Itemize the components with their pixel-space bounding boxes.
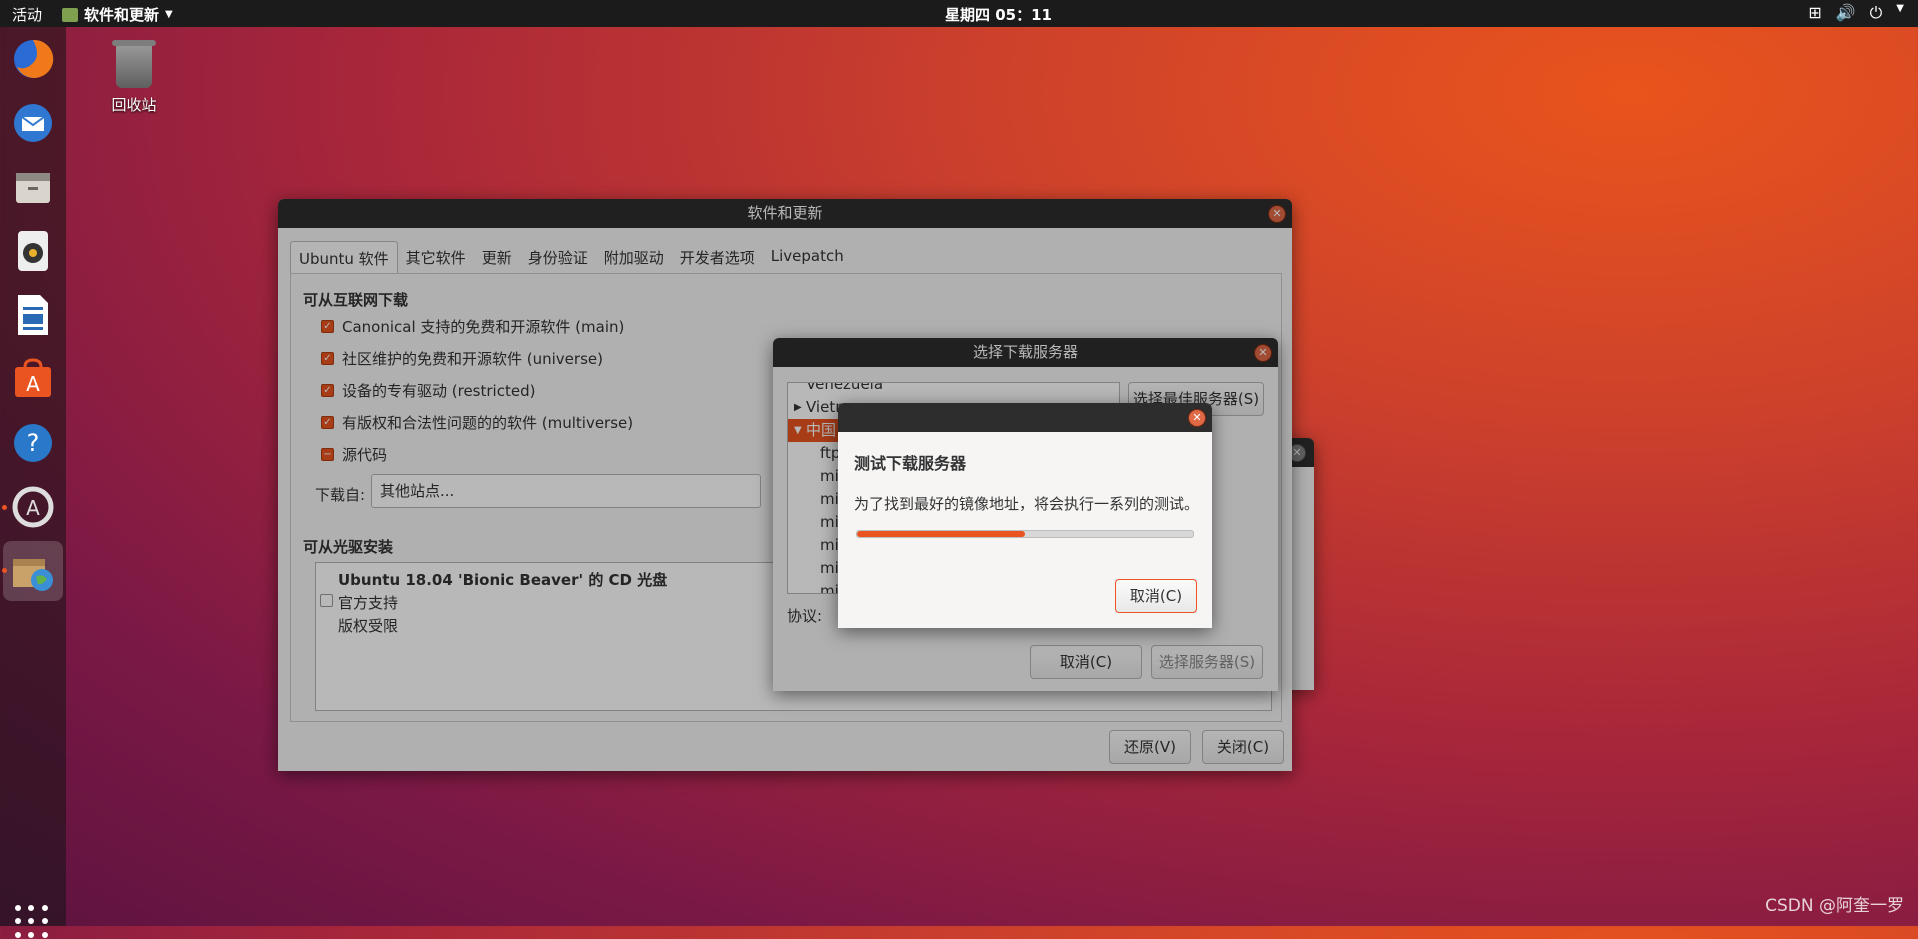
desktop-trash[interactable]: 回收站: [104, 40, 164, 115]
app-menu[interactable]: 软件和更新 ▼: [62, 4, 173, 25]
dialog-title: 选择下载服务器: [972, 343, 1078, 361]
system-tray[interactable]: ⊞ 🔊 ⏻ ▼: [1808, 3, 1904, 23]
progress-bar: [856, 530, 1194, 538]
test-dialog-message: 为了找到最好的镜像地址，将会执行一系列的测试。: [854, 495, 1200, 513]
checkbox-label: 社区维护的免费和开源软件 (universe): [342, 350, 603, 368]
watermark: CSDN @阿奎一罗: [1765, 896, 1904, 916]
svg-text:A: A: [26, 372, 40, 396]
tab-authentication[interactable]: 身份验证: [520, 241, 596, 275]
checkbox-main[interactable]: ✓ Canonical 支持的免费和开源软件 (main): [321, 316, 624, 337]
svg-text:?: ?: [27, 429, 40, 457]
window-title: 软件和更新: [747, 204, 823, 222]
expander-expanded-icon[interactable]: ▼: [794, 419, 802, 442]
tab-livepatch[interactable]: Livepatch: [763, 241, 852, 275]
tab-bar: Ubuntu 软件 其它软件 更新 身份验证 附加驱动 开发者选项 Livepa…: [290, 241, 852, 275]
cdrom-title: Ubuntu 18.04 'Bionic Beaver' 的 CD 光盘: [338, 571, 668, 589]
tab-ubuntu-software[interactable]: Ubuntu 软件: [290, 241, 398, 275]
checkbox-checked-icon[interactable]: ✓: [321, 352, 334, 365]
close-icon[interactable]: ✕: [1254, 344, 1272, 362]
show-applications-icon[interactable]: [15, 905, 49, 939]
test-dialog-heading: 测试下载服务器: [854, 454, 967, 473]
writer-icon[interactable]: [9, 291, 57, 339]
software-center-icon[interactable]: A: [9, 355, 57, 403]
trash-label: 回收站: [111, 96, 157, 114]
cdrom-line2: 版权受限: [338, 617, 399, 635]
checkbox-label: 有版权和合法性问题的的软件 (multiverse): [342, 414, 634, 432]
svg-text:A: A: [26, 496, 40, 520]
clock[interactable]: 星期四 05：11: [945, 4, 1052, 25]
rhythmbox-icon[interactable]: [9, 227, 57, 275]
protocol-label: 协议:: [787, 607, 823, 625]
checkbox-label: 设备的专有驱动 (restricted): [342, 382, 536, 400]
software-updater-icon[interactable]: A: [9, 483, 57, 531]
cdrom-checkbox[interactable]: [320, 594, 333, 607]
main-window-titlebar: 软件和更新 ✕: [278, 199, 1292, 228]
top-bar: 活动 软件和更新 ▼ 星期四 05：11 ⊞ 🔊 ⏻ ▼: [0, 0, 1918, 27]
software-properties-icon: [62, 7, 78, 22]
internet-heading: 可从互联网下载: [303, 291, 409, 309]
network-icon[interactable]: ⊞: [1808, 3, 1821, 23]
cdrom-heading: 可从光驱安装: [303, 538, 394, 556]
checkbox-checked-icon[interactable]: ✓: [321, 384, 334, 397]
running-indicator: [2, 505, 7, 510]
close-icon[interactable]: ✕: [1268, 205, 1286, 223]
checkbox-label: 源代码: [342, 446, 388, 464]
firefox-icon[interactable]: [9, 35, 57, 83]
checkbox-checked-icon[interactable]: ✓: [321, 416, 334, 429]
cdrom-line1: 官方支持: [338, 594, 399, 612]
checkbox-multiverse[interactable]: ✓ 有版权和合法性问题的的软件 (multiverse): [321, 412, 633, 433]
choose-server-button: 选择服务器(S): [1151, 645, 1263, 679]
checkbox-universe[interactable]: ✓ 社区维护的免费和开源软件 (universe): [321, 348, 603, 369]
software-properties-icon[interactable]: [3, 541, 63, 601]
expander-collapsed-icon[interactable]: ▶: [794, 396, 802, 419]
power-icon[interactable]: ⏻: [1870, 3, 1883, 23]
close-icon[interactable]: ✕: [1188, 409, 1206, 427]
chevron-down-icon: ▼: [165, 9, 173, 20]
download-from-label: 下载自:: [315, 486, 366, 504]
server-dialog-titlebar: 选择下载服务器 ✕: [773, 338, 1278, 367]
checkbox-label: Canonical 支持的免费和开源软件 (main): [342, 318, 625, 336]
checkbox-checked-icon[interactable]: ✓: [321, 320, 334, 333]
checkbox-restricted[interactable]: ✓ 设备的专有驱动 (restricted): [321, 380, 535, 401]
running-indicator: [2, 568, 7, 573]
dock: A ? A: [0, 27, 66, 938]
tab-developer-options[interactable]: 开发者选项: [672, 241, 763, 275]
tab-other-software[interactable]: 其它软件: [398, 241, 474, 275]
download-from-combo[interactable]: 其他站点...: [371, 474, 761, 508]
app-menu-label: 软件和更新: [84, 6, 160, 24]
trash-icon: [112, 40, 156, 88]
thunderbird-icon[interactable]: [9, 99, 57, 147]
help-icon[interactable]: ?: [9, 419, 57, 467]
volume-icon[interactable]: 🔊: [1836, 3, 1856, 23]
close-button[interactable]: 关闭(C): [1202, 730, 1284, 764]
test-servers-dialog: ✕ 测试下载服务器 为了找到最好的镜像地址，将会执行一系列的测试。 取消(C): [838, 403, 1212, 628]
checkbox-partial-icon[interactable]: −: [321, 448, 334, 461]
cancel-button[interactable]: 取消(C): [1115, 579, 1197, 613]
files-icon[interactable]: [9, 163, 57, 211]
revert-button[interactable]: 还原(V): [1109, 730, 1191, 764]
checkbox-source-code[interactable]: − 源代码: [321, 444, 387, 465]
chevron-down-icon[interactable]: ▼: [1896, 3, 1904, 23]
activities-button[interactable]: 活动: [12, 4, 42, 25]
progress-fill: [857, 531, 1025, 537]
tab-updates[interactable]: 更新: [474, 241, 520, 275]
cancel-button[interactable]: 取消(C): [1030, 645, 1142, 679]
tab-additional-drivers[interactable]: 附加驱动: [596, 241, 672, 275]
test-dialog-titlebar: ✕: [838, 403, 1212, 432]
list-item[interactable]: Venezuela: [788, 383, 1119, 396]
